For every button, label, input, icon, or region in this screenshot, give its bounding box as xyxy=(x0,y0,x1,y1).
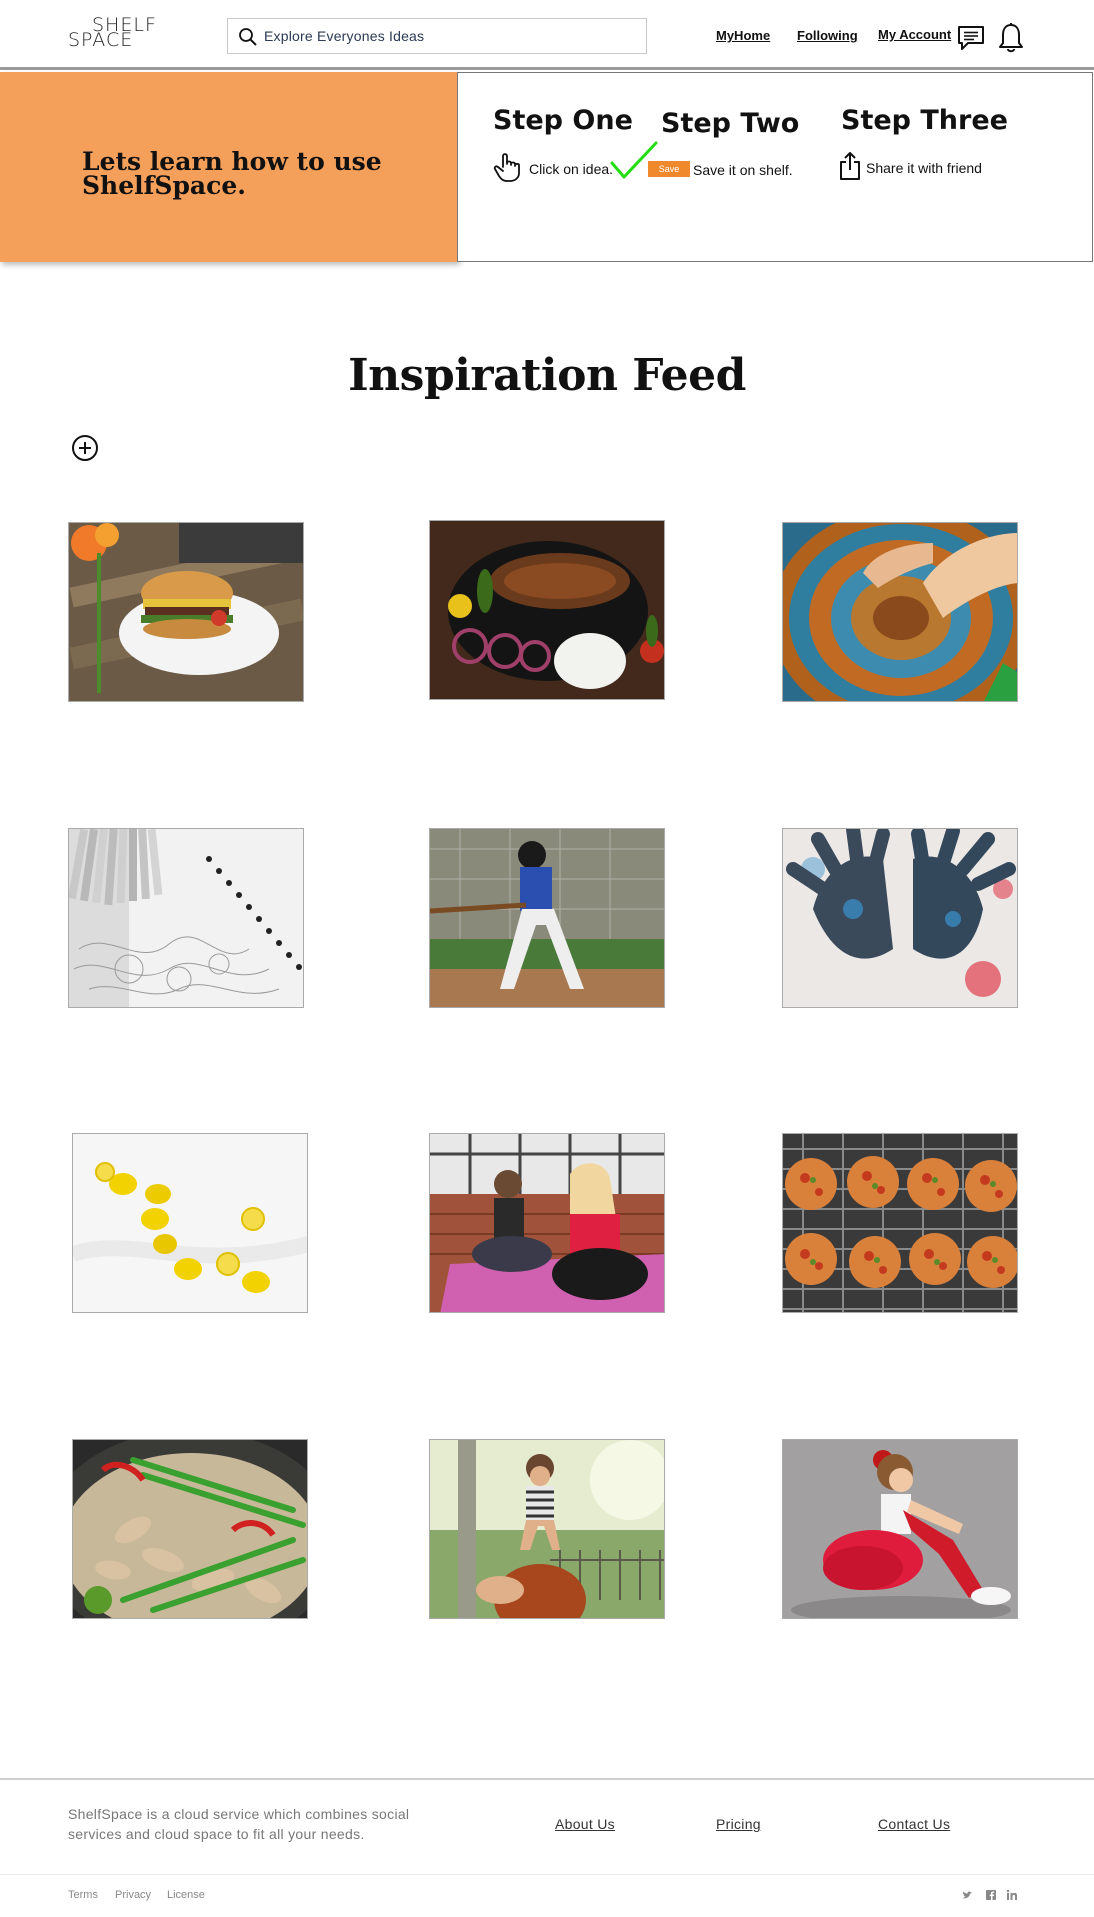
save-button-sample: Save xyxy=(648,161,690,177)
feed-item-coloring-pencils[interactable] xyxy=(68,828,304,1008)
search-bar[interactable]: Explore Everyones Ideas xyxy=(227,18,647,54)
share-icon xyxy=(840,152,860,180)
step-one-title: Step One xyxy=(493,105,633,136)
add-circle-icon[interactable] xyxy=(71,434,99,462)
shelfspace-logo[interactable]: SHELF SPACE xyxy=(68,14,160,51)
grilled-meat-image xyxy=(430,521,664,699)
ballerina-image xyxy=(783,1440,1017,1618)
footer-about-link[interactable]: About Us xyxy=(555,1816,615,1832)
step-three-title: Step Three xyxy=(841,105,1008,136)
hand-pointer-icon xyxy=(493,153,520,182)
search-icon xyxy=(239,28,257,46)
step-three-text: Share it with friend xyxy=(866,160,982,176)
banner-title: Lets learn how to use ShelfSpace. xyxy=(82,147,382,200)
feed-item-lemons[interactable] xyxy=(72,1133,308,1313)
burger-image xyxy=(69,523,303,701)
linkedin-icon[interactable] xyxy=(1006,1889,1018,1901)
search-input[interactable]: Explore Everyones Ideas xyxy=(264,28,424,44)
feed-title: Inspiration Feed xyxy=(348,350,746,401)
pottery-image xyxy=(783,523,1017,701)
top-navbar: SHELF SPACE Explore Everyones Ideas MyHo… xyxy=(0,0,1094,70)
footer: ShelfSpace is a cloud service which comb… xyxy=(0,1778,1094,1914)
coloring-pencils-image xyxy=(69,829,303,1007)
feed-item-ballerina[interactable] xyxy=(782,1439,1018,1619)
nav-following-link[interactable]: Following xyxy=(797,28,858,43)
license-link[interactable]: License xyxy=(167,1889,205,1901)
feed-item-mother-child[interactable] xyxy=(429,1439,665,1619)
messages-icon[interactable] xyxy=(957,24,985,52)
footer-description: ShelfSpace is a cloud service which comb… xyxy=(68,1806,410,1842)
bell-icon[interactable] xyxy=(998,22,1024,54)
baseball-image xyxy=(430,829,664,1007)
feed-item-baseball[interactable] xyxy=(429,828,665,1008)
feed-item-grilled-meat[interactable] xyxy=(429,520,665,700)
feed-item-painted-hands[interactable] xyxy=(782,828,1018,1008)
footer-legal-bar: Terms Privacy License xyxy=(0,1874,1094,1917)
step-two-title: Step Two xyxy=(661,108,800,139)
nav-my-account-link[interactable]: My Account xyxy=(878,27,951,42)
nav-myhome-link[interactable]: MyHome xyxy=(716,28,770,43)
lemons-image xyxy=(73,1134,307,1312)
feed-item-pottery[interactable] xyxy=(782,522,1018,702)
step-one-text: Click on idea. xyxy=(529,161,614,177)
facebook-icon[interactable] xyxy=(985,1889,997,1901)
feed-item-yoga[interactable] xyxy=(429,1133,665,1313)
mother-child-image xyxy=(430,1440,664,1618)
yoga-image xyxy=(430,1134,664,1312)
terms-link[interactable]: Terms xyxy=(68,1889,98,1901)
step-two-text: Save it on shelf. xyxy=(693,162,793,178)
feed-item-pizzas[interactable] xyxy=(782,1133,1018,1313)
footer-pricing-link[interactable]: Pricing xyxy=(716,1816,761,1832)
logo-line-2: SPACE xyxy=(68,29,134,51)
footer-contact-link[interactable]: Contact Us xyxy=(878,1816,950,1832)
banner-intro-panel: Lets learn how to use ShelfSpace. xyxy=(0,72,458,262)
feed-item-burger[interactable] xyxy=(68,522,304,702)
twitter-icon[interactable] xyxy=(961,1889,973,1901)
feed-item-noodle-soup[interactable] xyxy=(72,1439,308,1619)
privacy-link[interactable]: Privacy xyxy=(115,1889,151,1901)
how-to-banner: Lets learn how to use ShelfSpace. Step O… xyxy=(0,72,1094,264)
noodle-soup-image xyxy=(73,1440,307,1618)
pizzas-image xyxy=(783,1134,1017,1312)
banner-steps-panel: Step One Click on idea. Step Two Save Sa… xyxy=(457,72,1093,262)
painted-hands-image xyxy=(783,829,1017,1007)
